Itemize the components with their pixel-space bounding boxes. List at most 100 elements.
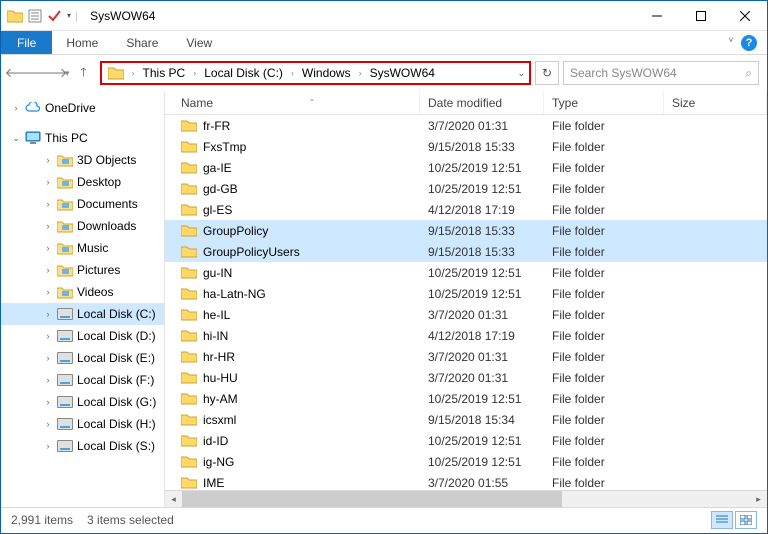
breadcrumb-segment[interactable]: SysWOW64 <box>366 66 439 80</box>
scroll-right-icon[interactable]: ▸ <box>750 491 767 507</box>
chevron-right-icon[interactable]: › <box>130 68 137 78</box>
breadcrumb-segment[interactable]: This PC <box>139 66 190 80</box>
chevron-right-icon[interactable]: › <box>191 68 198 78</box>
tree-item[interactable]: ›Local Disk (S:) <box>1 435 164 457</box>
tree-onedrive[interactable]: › OneDrive <box>1 97 164 119</box>
chevron-right-icon[interactable]: › <box>357 68 364 78</box>
search-box[interactable]: ⌕ <box>563 61 759 85</box>
scroll-thumb[interactable] <box>182 491 562 507</box>
folder-icon <box>7 9 23 23</box>
folder-shortcut-icon <box>57 284 73 300</box>
file-date-cell: 10/25/2019 12:51 <box>420 392 544 406</box>
file-type-cell: File folder <box>544 392 664 406</box>
search-input[interactable] <box>570 66 745 80</box>
qat-dropdown-icon[interactable]: ▾ <box>65 11 71 20</box>
view-icons-button[interactable] <box>735 511 757 529</box>
expand-icon[interactable]: › <box>43 331 53 341</box>
tab-view[interactable]: View <box>172 31 226 54</box>
file-row[interactable]: fr-FR3/7/2020 01:31File folder <box>165 115 767 136</box>
expand-icon[interactable]: › <box>43 221 53 231</box>
file-row[interactable]: IME3/7/2020 01:55File folder <box>165 472 767 490</box>
scroll-left-icon[interactable]: ◂ <box>165 491 182 507</box>
up-button[interactable]: 🡑 <box>72 61 96 85</box>
expand-icon[interactable]: › <box>43 441 53 451</box>
file-row[interactable]: gu-IN10/25/2019 12:51File folder <box>165 262 767 283</box>
tree-item[interactable]: ›Desktop <box>1 171 164 193</box>
collapse-icon[interactable]: ⌄ <box>11 133 21 144</box>
tree-item[interactable]: ›Local Disk (C:) <box>1 303 164 325</box>
file-row[interactable]: GroupPolicyUsers9/15/2018 15:33File fold… <box>165 241 767 262</box>
disk-icon <box>57 350 73 366</box>
quick-access-toolbar: ▾ | <box>1 8 84 24</box>
history-dropdown-icon[interactable]: ▾ <box>65 68 70 79</box>
expand-icon[interactable]: › <box>43 155 53 165</box>
breadcrumb-segment[interactable]: Windows <box>298 66 355 80</box>
tree-item[interactable]: ›Local Disk (G:) <box>1 391 164 413</box>
tree-item[interactable]: ›Music <box>1 237 164 259</box>
tree-thispc[interactable]: ⌄ This PC <box>1 127 164 149</box>
tree-item[interactable]: ›Videos <box>1 281 164 303</box>
file-row[interactable]: gl-ES4/12/2018 17:19File folder <box>165 199 767 220</box>
expand-icon[interactable]: › <box>43 353 53 363</box>
expand-icon[interactable]: › <box>43 287 53 297</box>
tab-share[interactable]: Share <box>112 31 172 54</box>
expand-icon[interactable]: › <box>43 177 53 187</box>
column-date[interactable]: Date modified <box>420 91 544 114</box>
tab-file[interactable]: File <box>1 31 52 54</box>
horizontal-scrollbar[interactable]: ◂ ▸ <box>165 490 767 507</box>
tab-home[interactable]: Home <box>52 31 112 54</box>
expand-icon[interactable]: › <box>43 243 53 253</box>
tree-item[interactable]: ›Local Disk (E:) <box>1 347 164 369</box>
tree-item[interactable]: ›Local Disk (H:) <box>1 413 164 435</box>
properties-icon[interactable] <box>27 8 43 24</box>
disk-icon <box>57 394 73 410</box>
address-bar[interactable]: › This PC › Local Disk (C:) › Windows › … <box>100 61 531 85</box>
expand-icon[interactable]: › <box>11 103 21 113</box>
file-row[interactable]: he-IL3/7/2020 01:31File folder <box>165 304 767 325</box>
close-button[interactable] <box>723 1 767 31</box>
ribbon-collapse-icon[interactable]: ⱽ <box>729 37 733 48</box>
file-row[interactable]: id-ID10/25/2019 12:51File folder <box>165 430 767 451</box>
column-size[interactable]: Size <box>664 91 767 114</box>
address-dropdown-icon[interactable]: ⌄ <box>517 68 525 79</box>
view-details-button[interactable] <box>711 511 733 529</box>
file-row[interactable]: hi-IN4/12/2018 17:19File folder <box>165 325 767 346</box>
tree-item[interactable]: ›3D Objects <box>1 149 164 171</box>
column-name[interactable]: Name ⌃ <box>165 91 420 114</box>
expand-icon[interactable]: › <box>43 265 53 275</box>
file-row[interactable]: hy-AM10/25/2019 12:51File folder <box>165 388 767 409</box>
file-row[interactable]: ha-Latn-NG10/25/2019 12:51File folder <box>165 283 767 304</box>
file-rows[interactable]: fr-FR3/7/2020 01:31File folderFxsTmp9/15… <box>165 115 767 490</box>
tree-item[interactable]: ›Downloads <box>1 215 164 237</box>
maximize-button[interactable] <box>679 1 723 31</box>
expand-icon[interactable]: › <box>43 199 53 209</box>
checkmark-icon[interactable] <box>47 9 61 23</box>
file-row[interactable]: icsxml9/15/2018 15:34File folder <box>165 409 767 430</box>
column-type[interactable]: Type <box>544 91 664 114</box>
breadcrumb-segment[interactable]: Local Disk (C:) <box>200 66 287 80</box>
file-row[interactable]: FxsTmp9/15/2018 15:33File folder <box>165 136 767 157</box>
expand-icon[interactable]: › <box>43 309 53 319</box>
file-row[interactable]: hr-HR3/7/2020 01:31File folder <box>165 346 767 367</box>
tree-item[interactable]: ›Documents <box>1 193 164 215</box>
expand-icon[interactable]: › <box>43 397 53 407</box>
expand-icon[interactable]: › <box>43 419 53 429</box>
back-button[interactable]: 🡐 <box>9 60 35 86</box>
file-row[interactable]: ig-NG10/25/2019 12:51File folder <box>165 451 767 472</box>
tree-item[interactable]: ›Local Disk (F:) <box>1 369 164 391</box>
folder-icon <box>181 413 197 426</box>
refresh-button[interactable]: ↻ <box>535 61 559 85</box>
tree-item[interactable]: ›Local Disk (D:) <box>1 325 164 347</box>
minimize-button[interactable] <box>635 1 679 31</box>
expand-icon[interactable]: › <box>43 375 53 385</box>
forward-button[interactable]: 🡒 <box>37 60 63 86</box>
chevron-right-icon[interactable]: › <box>289 68 296 78</box>
navigation-pane[interactable]: › OneDrive ⌄ This PC ›3D Objects›Desktop… <box>1 91 165 507</box>
file-row[interactable]: hu-HU3/7/2020 01:31File folder <box>165 367 767 388</box>
file-date-cell: 10/25/2019 12:51 <box>420 182 544 196</box>
file-row[interactable]: GroupPolicy9/15/2018 15:33File folder <box>165 220 767 241</box>
tree-item[interactable]: ›Pictures <box>1 259 164 281</box>
file-row[interactable]: gd-GB10/25/2019 12:51File folder <box>165 178 767 199</box>
file-row[interactable]: ga-IE10/25/2019 12:51File folder <box>165 157 767 178</box>
help-icon[interactable]: ? <box>741 35 757 51</box>
